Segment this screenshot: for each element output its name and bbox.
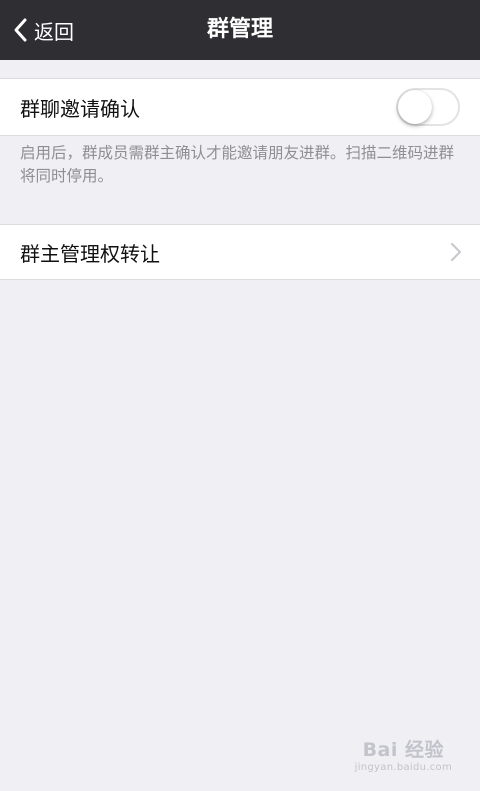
navigation-bar: 返回 群管理: [0, 0, 480, 60]
owner-transfer-row[interactable]: 群主管理权转让: [0, 224, 480, 280]
back-button[interactable]: 返回: [10, 0, 74, 60]
baidu-jingyan-watermark: Bai 经验 jingyan.baidu.com: [355, 735, 452, 773]
toggle-knob: [398, 90, 432, 124]
invite-confirm-toggle[interactable]: [396, 88, 460, 126]
back-button-label: 返回: [34, 19, 74, 44]
invite-confirm-label: 群聊邀请确认: [20, 96, 140, 121]
watermark-url: jingyan.baidu.com: [354, 762, 452, 773]
invite-confirm-description: 启用后，群成员需群主确认才能邀请朋友进群。扫描二维码进群将同时停用。: [20, 144, 455, 185]
watermark-text: Bai 经验: [362, 739, 445, 761]
invite-confirm-row: 群聊邀请确认: [0, 78, 480, 136]
owner-transfer-label: 群主管理权转让: [20, 241, 160, 266]
chevron-right-icon: [451, 243, 461, 261]
chevron-left-icon: [14, 18, 27, 42]
